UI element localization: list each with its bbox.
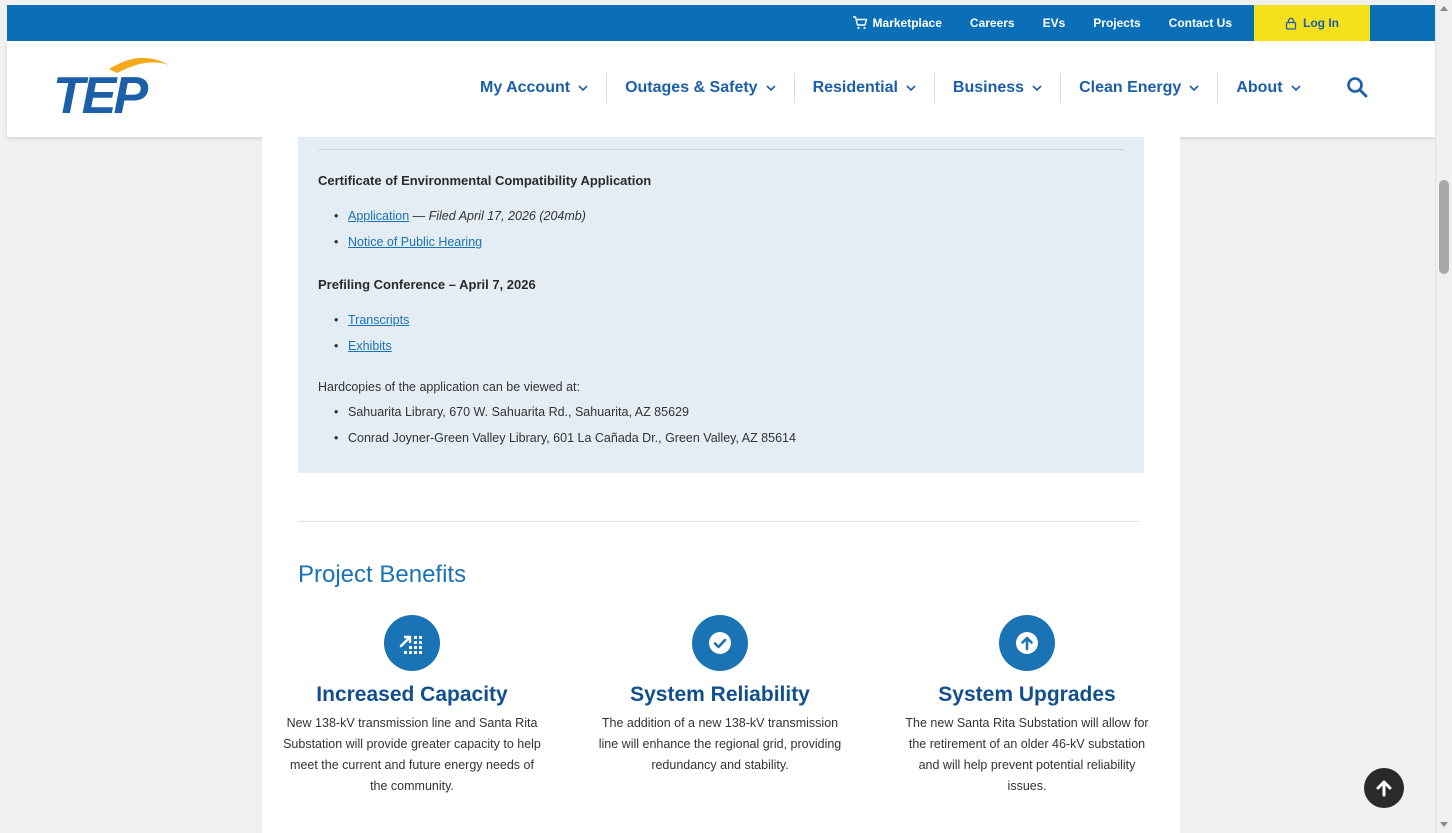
nav-label: Business <box>952 79 1025 96</box>
marketplace-link[interactable]: Marketplace <box>852 16 942 30</box>
nav-label: My Account <box>480 79 571 96</box>
nav-clean-energy[interactable]: Clean Energy <box>1061 73 1219 103</box>
vertical-scrollbar[interactable] <box>1435 0 1452 833</box>
marketplace-label: Marketplace <box>872 16 942 30</box>
list-item: Sahuarita Library, 670 W. Sahuarita Rd.,… <box>334 399 796 425</box>
nav-label: Outages & Safety <box>625 79 758 96</box>
main-header: TEP My Account Outages & Safety Resident… <box>7 41 1435 137</box>
notice-of-public-hearing-link[interactable]: Notice of Public Hearing <box>348 235 482 249</box>
application-link[interactable]: Application <box>348 209 409 223</box>
utility-bar: Marketplace Careers EVs Projects Contact… <box>7 5 1435 41</box>
scrollbar-thumb[interactable] <box>1439 180 1449 274</box>
tep-logo-icon: TEP <box>53 57 169 125</box>
main-nav: My Account Outages & Safety Residential … <box>462 69 1319 107</box>
prefiling-document-list: Transcripts Exhibits <box>334 307 409 359</box>
nav-about[interactable]: About <box>1218 73 1318 103</box>
capacity-chart-icon <box>384 615 440 671</box>
projects-link[interactable]: Projects <box>1093 16 1140 30</box>
cart-icon <box>852 16 867 30</box>
transcripts-link[interactable]: Transcripts <box>348 313 409 327</box>
chevron-down-icon <box>1032 85 1042 92</box>
nav-label: About <box>1236 79 1283 96</box>
benefit-system-reliability: System Reliability The addition of a new… <box>575 615 865 776</box>
list-item: Exhibits <box>334 333 409 359</box>
prefiling-heading: Prefiling Conference – April 7, 2026 <box>318 277 536 292</box>
divider <box>318 149 1124 150</box>
nav-outages-safety[interactable]: Outages & Safety <box>607 73 795 103</box>
nav-business[interactable]: Business <box>935 73 1062 103</box>
tep-logo[interactable]: TEP <box>51 55 181 125</box>
arrow-up-icon <box>1376 780 1392 797</box>
search-icon[interactable] <box>1345 75 1369 99</box>
evs-link[interactable]: EVs <box>1043 16 1066 30</box>
page-content: Certificate of Environmental Compatibili… <box>262 137 1180 833</box>
back-to-top-button[interactable] <box>1364 768 1404 808</box>
application-filed-note: — Filed April 17, 2026 (204mb) <box>412 209 586 223</box>
chevron-down-icon <box>906 85 916 92</box>
cec-document-list: Application — Filed April 17, 2026 (204m… <box>334 203 586 255</box>
chevron-down-icon <box>765 85 776 92</box>
hardcopies-intro: Hardcopies of the application can be vie… <box>318 380 580 394</box>
benefit-description: The addition of a new 138-kV transmissio… <box>598 716 842 772</box>
chevron-down-icon <box>1290 85 1301 92</box>
list-item: Conrad Joyner-Green Valley Library, 601 … <box>334 425 796 451</box>
login-label: Log In <box>1303 16 1339 30</box>
documents-box: Certificate of Environmental Compatibili… <box>298 137 1144 473</box>
utility-links: Marketplace Careers EVs Projects Contact… <box>824 5 1370 41</box>
upgrade-arrow-icon <box>999 615 1055 671</box>
lock-icon <box>1285 17 1297 30</box>
nav-label: Clean Energy <box>1079 79 1182 96</box>
careers-link[interactable]: Careers <box>970 16 1015 30</box>
exhibits-link[interactable]: Exhibits <box>348 339 392 353</box>
benefit-title: System Reliability <box>630 683 810 706</box>
benefit-title: System Upgrades <box>938 683 1116 706</box>
scroll-up-arrow-icon[interactable] <box>1440 6 1448 11</box>
section-divider <box>298 521 1140 522</box>
benefit-description: The new Santa Rita Substation will allow… <box>905 716 1149 793</box>
nav-label: Residential <box>812 79 898 96</box>
list-item: Transcripts <box>334 307 409 333</box>
list-item: Application — Filed April 17, 2026 (204m… <box>334 203 586 229</box>
benefit-increased-capacity: Increased Capacity New 138-kV transmissi… <box>267 615 557 797</box>
project-benefits-heading: Project Benefits <box>298 561 467 588</box>
list-item: Notice of Public Hearing <box>334 229 586 255</box>
logo-text: TEP <box>53 67 148 121</box>
benefit-system-upgrades: System Upgrades The new Santa Rita Subst… <box>882 615 1172 797</box>
chevron-down-icon <box>578 85 588 92</box>
scroll-down-arrow-icon[interactable] <box>1440 822 1448 827</box>
benefit-description: New 138-kV transmission line and Santa R… <box>283 716 541 793</box>
nav-residential[interactable]: Residential <box>795 73 935 103</box>
checkmark-icon <box>692 615 748 671</box>
benefit-title: Increased Capacity <box>316 683 508 706</box>
hardcopies-location-list: Sahuarita Library, 670 W. Sahuarita Rd.,… <box>334 399 796 451</box>
contact-us-link[interactable]: Contact Us <box>1169 16 1232 30</box>
chevron-down-icon <box>1189 85 1199 92</box>
nav-my-account[interactable]: My Account <box>462 73 608 103</box>
login-button[interactable]: Log In <box>1254 5 1370 41</box>
cec-heading: Certificate of Environmental Compatibili… <box>318 173 652 188</box>
